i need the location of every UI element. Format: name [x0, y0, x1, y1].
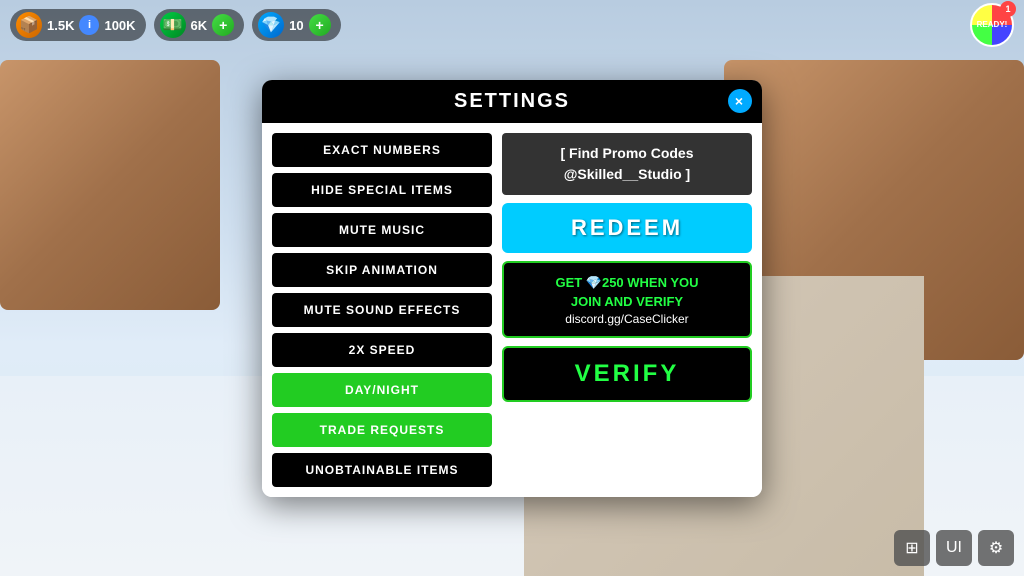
promo-box: [ Find Promo Codes @Skilled__Studio ]	[502, 133, 752, 195]
skip-animation-button[interactable]: SKIP ANIMATION	[272, 253, 492, 287]
day-night-button[interactable]: DAY/NIGHT	[272, 373, 492, 407]
modal-title: SETTINGS	[454, 90, 570, 112]
exact-numbers-button[interactable]: EXACT NUMBERS	[272, 133, 492, 167]
modal-body: EXACT NUMBERS HIDE SPECIAL ITEMS MUTE MU…	[262, 123, 762, 497]
trade-requests-button[interactable]: TRADE REQUESTS	[272, 413, 492, 447]
mute-sound-effects-button[interactable]: MUTE SOUND EFFECTS	[272, 293, 492, 327]
redeem-button[interactable]: REDEEM	[502, 203, 752, 253]
mute-music-button[interactable]: MUTE MUSIC	[272, 213, 492, 247]
modal-header: SETTINGS ×	[262, 80, 762, 123]
verify-button[interactable]: VERIFY	[502, 346, 752, 402]
settings-buttons-column: EXACT NUMBERS HIDE SPECIAL ITEMS MUTE MU…	[272, 133, 492, 487]
settings-modal: SETTINGS × EXACT NUMBERS HIDE SPECIAL IT…	[262, 80, 762, 497]
discord-text-line1: GET 💎250 WHEN YOU	[516, 273, 738, 293]
promo-line2: @Skilled__Studio ]	[514, 164, 740, 185]
discord-text-line2: JOIN AND VERIFY	[516, 292, 738, 312]
discord-link[interactable]: discord.gg/CaseClicker	[516, 312, 738, 326]
modal-close-button[interactable]: ×	[728, 89, 752, 113]
promo-line1: [ Find Promo Codes	[514, 143, 740, 164]
promo-column: [ Find Promo Codes @Skilled__Studio ] RE…	[502, 133, 752, 487]
discord-box: GET 💎250 WHEN YOU JOIN AND VERIFY discor…	[502, 261, 752, 338]
2x-speed-button[interactable]: 2X SPEED	[272, 333, 492, 367]
unobtainable-items-button[interactable]: UNOBTAINABLE ITEMS	[272, 453, 492, 487]
modal-overlay: SETTINGS × EXACT NUMBERS HIDE SPECIAL IT…	[0, 0, 1024, 576]
hide-special-items-button[interactable]: HIDE SPECIAL ITEMS	[272, 173, 492, 207]
